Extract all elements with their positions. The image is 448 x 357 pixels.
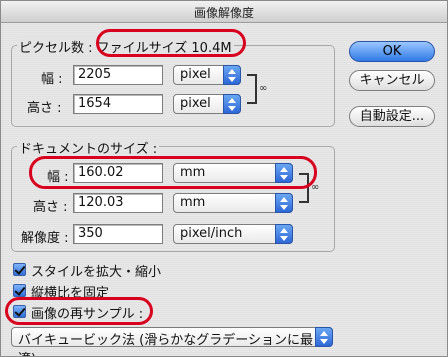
document-size-legend: ドキュメントのサイズ : xyxy=(17,138,160,157)
updown-arrows-icon xyxy=(223,94,241,114)
updown-arrows-icon xyxy=(315,327,333,347)
pixel-width-field[interactable]: 2205 xyxy=(73,65,163,85)
resolution-field[interactable]: 350 xyxy=(73,224,163,244)
updown-arrows-icon xyxy=(275,193,293,213)
file-size-highlight xyxy=(96,29,246,57)
pixel-width-unit-value: pixel xyxy=(180,67,211,82)
scale-styles-label: スタイルを拡大・縮小 xyxy=(31,265,162,280)
pixel-width-label: 幅 : xyxy=(41,72,63,87)
resample-highlight xyxy=(5,297,153,325)
title-bar: 画像解像度 xyxy=(1,1,447,23)
pixel-dimensions-label: ピクセル数 : xyxy=(19,41,97,56)
updown-arrows-icon xyxy=(223,65,241,85)
pixel-height-field[interactable]: 1654 xyxy=(73,94,163,114)
doc-height-field[interactable]: 120.03 xyxy=(73,193,163,213)
image-size-dialog: 画像解像度 ピクセル数 : ファイルサイズ 10.4M 幅 : 2205 pix… xyxy=(0,0,448,357)
scale-styles-checkbox[interactable] xyxy=(13,263,26,276)
doc-height-label: 高さ : xyxy=(33,200,68,215)
pixel-height-unit-value: pixel xyxy=(180,96,211,111)
doc-height-unit-select[interactable]: mm xyxy=(173,193,293,213)
doc-height-unit-value: mm xyxy=(180,195,206,210)
ok-button[interactable]: OK xyxy=(349,41,435,62)
auto-button[interactable]: 自動設定... xyxy=(349,106,435,127)
resolution-label: 解像度 : xyxy=(21,231,69,246)
resolution-unit-select[interactable]: pixel/inch xyxy=(173,224,293,244)
pixel-width-unit-select[interactable]: pixel xyxy=(173,65,241,85)
resolution-unit-value: pixel/inch xyxy=(180,226,243,241)
cancel-button[interactable]: キャンセル xyxy=(349,70,435,91)
resample-method-select[interactable]: バイキュービック法 (滑らかなグラデーションに最適) xyxy=(11,327,333,356)
doc-width-highlight xyxy=(29,156,317,189)
resample-method-value: バイキュービック法 (滑らかなグラデーションに最適) xyxy=(18,333,313,356)
pixel-link-bracket xyxy=(247,74,257,104)
pixel-height-label: 高さ : xyxy=(27,101,62,116)
constrain-proportions-checkbox[interactable] xyxy=(13,284,26,297)
chain-link-icon: ∞ xyxy=(259,83,268,94)
updown-arrows-icon xyxy=(275,224,293,244)
pixel-height-unit-select[interactable]: pixel xyxy=(173,94,241,114)
window-title: 画像解像度 xyxy=(193,6,254,20)
